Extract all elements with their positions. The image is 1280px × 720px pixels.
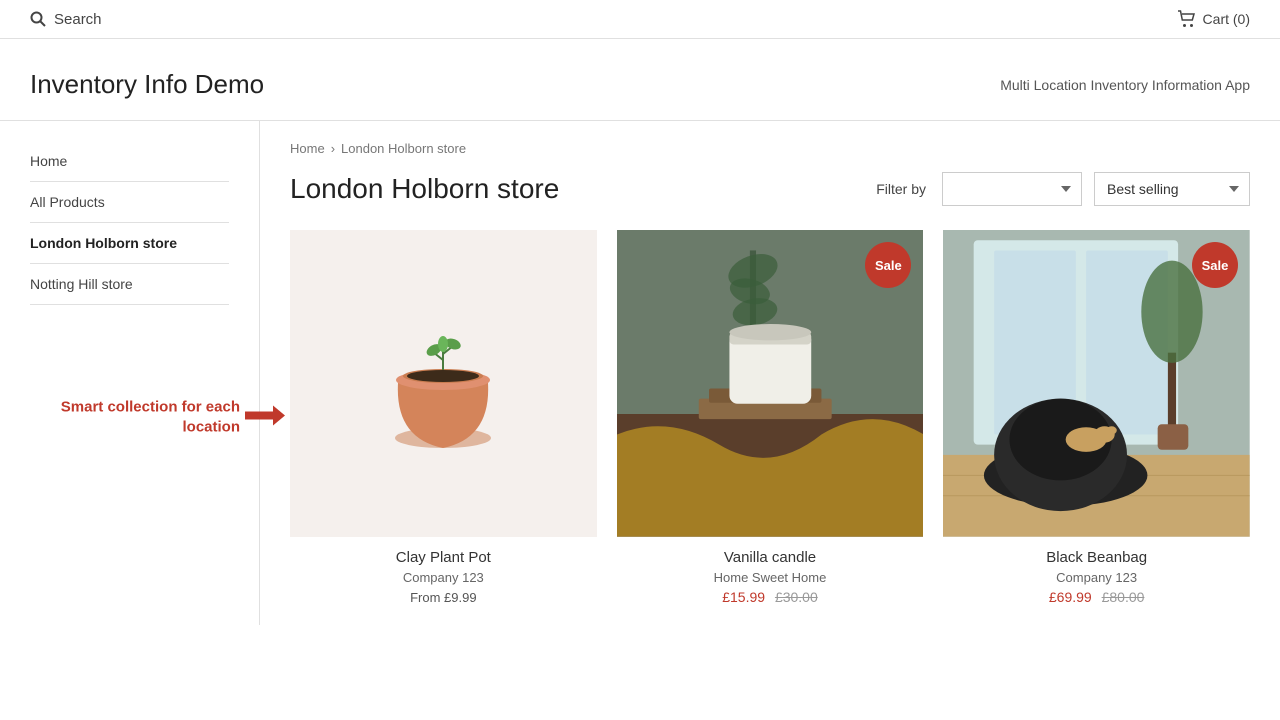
breadcrumb: Home › London Holborn store <box>290 141 1250 156</box>
product-name-3: Black Beanbag <box>943 549 1250 566</box>
filter-label: Filter by <box>876 181 926 197</box>
search-icon <box>30 11 46 27</box>
product-price-3: £69.99 £80.00 <box>943 589 1250 605</box>
price-original-2: £30.00 <box>775 589 818 605</box>
top-bar: Search Cart (0) <box>0 0 1280 39</box>
product-name-1: Clay Plant Pot <box>290 549 597 566</box>
store-title: Inventory Info Demo <box>30 69 264 100</box>
product-image-black-beanbag: Sale <box>943 230 1250 537</box>
product-card-vanilla-candle[interactable]: Sale Vanilla candle Home Sweet Home £15.… <box>617 230 924 605</box>
breadcrumb-current: London Holborn store <box>341 141 466 156</box>
sale-badge-candle: Sale <box>865 242 911 288</box>
sidebar-item-notting-hill[interactable]: Notting Hill store <box>30 264 229 305</box>
product-image-clay-plant-pot <box>290 230 597 537</box>
product-image-vanilla-candle: Sale <box>617 230 924 537</box>
products-grid: Smart collection for each location <box>290 230 1250 605</box>
store-header: Inventory Info Demo Multi Location Inven… <box>0 39 1280 121</box>
product-vendor-2: Home Sweet Home <box>617 570 924 585</box>
search-label: Search <box>54 11 102 28</box>
product-price-1: From £9.99 <box>290 589 597 605</box>
filter-select[interactable] <box>942 172 1082 206</box>
product-name-2: Vanilla candle <box>617 549 924 566</box>
price-sale-2: £15.99 <box>722 589 765 605</box>
sidebar-item-london-holborn[interactable]: London Holborn store <box>30 223 229 264</box>
sidebar-item-all-products[interactable]: All Products <box>30 182 229 223</box>
page-title: London Holborn store <box>290 173 559 205</box>
product-vendor-1: Company 123 <box>290 570 597 585</box>
price-original-3: £80.00 <box>1102 589 1145 605</box>
cart-icon <box>1177 10 1197 28</box>
cart-label: Cart (0) <box>1203 11 1250 27</box>
filters-row: Filter by Best sellingPrice: Low to High… <box>876 172 1250 206</box>
breadcrumb-home[interactable]: Home <box>290 141 325 156</box>
sort-select[interactable]: Best sellingPrice: Low to HighPrice: Hig… <box>1094 172 1250 206</box>
sale-badge-beanbag: Sale <box>1192 242 1238 288</box>
price-sale-3: £69.99 <box>1049 589 1092 605</box>
product-price-2: £15.99 £30.00 <box>617 589 924 605</box>
store-subtitle: Multi Location Inventory Information App <box>1000 77 1250 93</box>
annotation-arrow <box>245 404 285 431</box>
search-area[interactable]: Search <box>30 11 102 28</box>
cart-area[interactable]: Cart (0) <box>1177 10 1250 28</box>
main-layout: Home All Products London Holborn store N… <box>0 121 1280 625</box>
price-from-1: From £9.99 <box>410 590 476 605</box>
annotation-text: Smart collection for each location <box>60 398 240 437</box>
breadcrumb-separator: › <box>331 141 335 156</box>
product-card-clay-plant-pot[interactable]: Smart collection for each location <box>290 230 597 605</box>
page-header-row: London Holborn store Filter by Best sell… <box>290 172 1250 206</box>
product-card-black-beanbag[interactable]: Sale Black Beanbag Company 123 £69.99 £8… <box>943 230 1250 605</box>
sidebar: Home All Products London Holborn store N… <box>0 121 260 625</box>
product-vendor-3: Company 123 <box>943 570 1250 585</box>
sidebar-item-home[interactable]: Home <box>30 141 229 182</box>
content-area: Home › London Holborn store London Holbo… <box>260 121 1280 625</box>
